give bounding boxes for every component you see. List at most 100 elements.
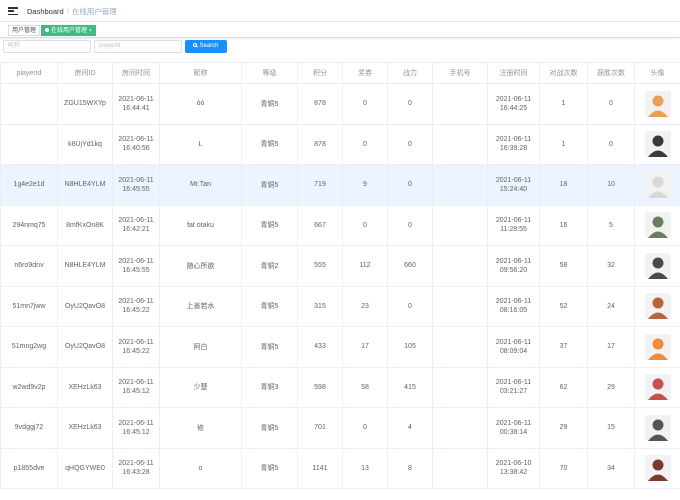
table-row[interactable]: 51mn7jww OyU2QavO8 2021-06-11 16:45:22 上善若水青… bbox=[0, 285, 680, 327]
cell-register-time: 2021-06-11 09:56:20 bbox=[487, 245, 540, 287]
cell-nickname: 上善若水 bbox=[159, 285, 242, 327]
tickets-text: 0 bbox=[363, 140, 367, 148]
cell-wins: 0 bbox=[587, 83, 635, 125]
battles-text: 1 bbox=[561, 100, 566, 108]
table-header-row: playerId 房间ID 房间时间 昵称 等级 积分 奖券 战力 手机号 注册… bbox=[0, 62, 680, 84]
cell-wins: 15 bbox=[587, 407, 635, 449]
reg-date-text: 2021-06-11 bbox=[495, 257, 532, 265]
cell-wins: 29 bbox=[587, 366, 635, 408]
cell-phone bbox=[432, 164, 488, 206]
room-time-text: 16:45:22 bbox=[122, 307, 150, 315]
cell-tickets: 0 bbox=[342, 123, 388, 165]
table-row[interactable]: k8UjYd1kq 2021-06-11 16:40:56 L 青铜5 878 0 0 2021… bbox=[0, 123, 680, 165]
room-time-text: 16:42:21 bbox=[122, 226, 150, 234]
nickname-text: Mr.Tan bbox=[189, 181, 211, 189]
cell-playerid: 51mn7jww bbox=[0, 285, 58, 327]
breadcrumb-home[interactable]: Dashboard bbox=[27, 7, 64, 16]
reg-date-text: 2021-06-11 bbox=[495, 95, 532, 103]
level-text: 青铜5 bbox=[260, 222, 279, 230]
table-row[interactable]: p1855dve qHQGYWE0 2021-06-11 16:43:28 o 青铜5 11… bbox=[0, 447, 680, 489]
wins-text: 24 bbox=[607, 302, 615, 310]
cell-phone bbox=[432, 285, 488, 327]
nickname-text: 阿白 bbox=[193, 343, 208, 351]
level-text: 青铜2 bbox=[260, 262, 279, 270]
table-row[interactable]: 9vdggj72 XEHzLk63 2021-06-11 16:45:12 修青铜5 70… bbox=[0, 407, 680, 449]
tickets-text: 112 bbox=[359, 262, 371, 270]
cell-playerid: w2wd9v2p bbox=[0, 366, 58, 408]
cell-points: 878 bbox=[297, 123, 343, 165]
cell-avatar bbox=[634, 366, 680, 408]
search-button[interactable]: Search bbox=[185, 40, 227, 53]
cell-room-id: 8mfKxOn8K bbox=[57, 204, 113, 246]
cell-battles: 52 bbox=[539, 285, 588, 327]
wins-text: 34 bbox=[607, 464, 615, 472]
cell-battles: 29 bbox=[539, 407, 588, 449]
cell-room-time: 2021-06-11 16:45:55 bbox=[112, 245, 160, 287]
playerid-text: 51mng2wg bbox=[11, 343, 47, 351]
power-text: 8 bbox=[408, 464, 412, 472]
room-time-text: 16:45:55 bbox=[122, 185, 150, 193]
cell-phone bbox=[432, 447, 488, 489]
battles-text: 37 bbox=[559, 343, 568, 351]
cell-register-time: 2021-06-11 16:39:28 bbox=[487, 123, 540, 165]
column-header: 对战次数 bbox=[539, 62, 588, 84]
room-id-text: k8UjYd1kq bbox=[68, 140, 102, 148]
table-row[interactable]: 294nmq75 8mfKxOn8K 2021-06-11 16:42:21 fat o… bbox=[0, 204, 680, 246]
room-time-text: 16:43:28 bbox=[122, 469, 150, 477]
cell-playerid: 294nmq75 bbox=[0, 204, 58, 246]
placeholder-text: 昵称 bbox=[8, 43, 21, 49]
cell-nickname: fat otaku bbox=[159, 204, 242, 246]
cell-room-id: N8HLE4YLM bbox=[57, 164, 113, 206]
cell-power: 0 bbox=[387, 83, 433, 125]
reg-date-text: 2021-06-11 bbox=[495, 136, 532, 144]
avatar bbox=[644, 90, 671, 117]
reg-time-text: 08:09:04 bbox=[499, 347, 528, 355]
nickname-text: fat otaku bbox=[187, 221, 214, 229]
points-text: 315 bbox=[314, 302, 326, 310]
cell-phone bbox=[432, 245, 488, 287]
tickets-text: 9 bbox=[363, 181, 367, 189]
table-row[interactable]: n6ro9dnv N8HLE4YLM 2021-06-11 16:45:55 随心所欲青… bbox=[0, 245, 680, 287]
cell-battles: 70 bbox=[539, 447, 588, 489]
breadcrumb-separator: / bbox=[66, 7, 69, 16]
battles-text: 18 bbox=[559, 181, 568, 189]
playerid-search-input[interactable]: playerId bbox=[94, 40, 182, 53]
cell-tickets: 0 bbox=[342, 83, 388, 125]
playerid-text: 51mn7jww bbox=[12, 302, 46, 310]
cell-room-id: ZGU15WXYp bbox=[57, 83, 113, 125]
power-text: 660 bbox=[404, 262, 416, 270]
table-row[interactable]: 51mng2wg OyU2QavO8 2021-06-11 16:45:22 阿白 青铜5… bbox=[0, 326, 680, 368]
cell-phone bbox=[432, 123, 488, 165]
battles-text: 58 bbox=[559, 262, 568, 270]
cell-battles: 62 bbox=[539, 366, 588, 408]
cell-level: 青铜5 bbox=[241, 447, 298, 489]
table-row[interactable]: w2wd9v2p XEHzLk63 2021-06-11 16:45:12 少楚 青铜3 5… bbox=[0, 366, 680, 408]
wins-text: 10 bbox=[607, 181, 615, 189]
column-header: 头像 bbox=[634, 62, 680, 84]
table-row[interactable]: ZGU15WXYp 2021-06-11 16:44:41 óó 青铜5 878 0 0 202… bbox=[0, 83, 680, 125]
active-dot-icon bbox=[45, 27, 49, 32]
close-icon[interactable]: × bbox=[89, 28, 92, 34]
cell-room-time: 2021-06-11 16:45:12 bbox=[112, 407, 160, 449]
nickname-search-input[interactable]: 昵称 bbox=[3, 40, 91, 53]
tag-online-user-management[interactable]: 在线用户管理 × bbox=[41, 25, 96, 36]
cell-battles: 18 bbox=[539, 164, 588, 206]
cell-register-time: 2021-06-11 15:24:40 bbox=[487, 164, 540, 206]
wins-text: 32 bbox=[607, 262, 615, 270]
cell-room-time: 2021-06-11 16:43:28 bbox=[112, 447, 160, 489]
cell-points: 1141 bbox=[297, 447, 343, 489]
column-header: 注册时间 bbox=[487, 62, 540, 84]
room-time-text: 16:45:55 bbox=[122, 266, 150, 274]
room-date-text: 2021-06-11 bbox=[118, 95, 154, 103]
table-row[interactable]: 1g4e2e1d N8HLE4YLM 2021-06-11 16:45:55 Mr.Ta… bbox=[0, 164, 680, 206]
points-text: 555 bbox=[314, 262, 326, 270]
tag-user-management[interactable]: 用户管理 bbox=[8, 25, 41, 36]
cell-room-id: k8UjYd1kq bbox=[57, 123, 113, 165]
cell-avatar bbox=[634, 407, 680, 449]
cell-nickname: 少楚 bbox=[159, 366, 242, 408]
points-text: 878 bbox=[314, 140, 326, 148]
hamburger-menu-icon[interactable] bbox=[8, 7, 18, 16]
cell-phone bbox=[432, 407, 488, 449]
points-text: 598 bbox=[314, 383, 326, 391]
breadcrumb-current: 在线用户管理 bbox=[71, 7, 117, 16]
